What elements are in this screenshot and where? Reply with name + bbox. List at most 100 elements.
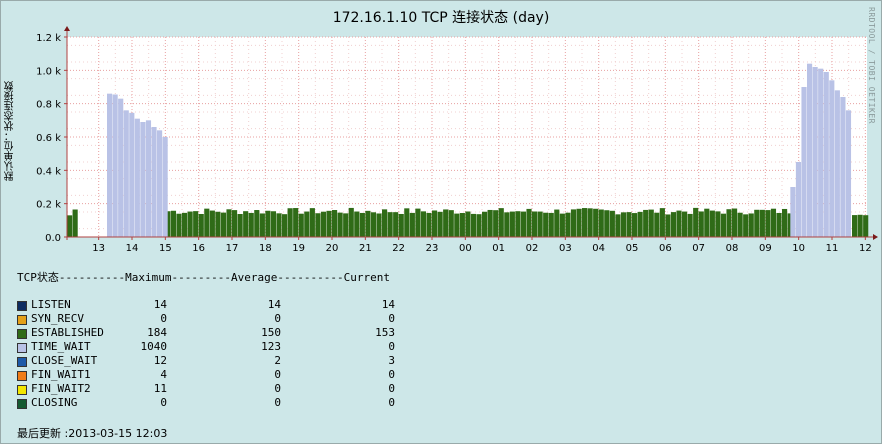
x-tick-label: 02 <box>526 243 539 254</box>
graph-panel: 172.16.1.10 TCP 连接状态 (day) RRDTOOL / TOB… <box>0 0 882 444</box>
bar-established <box>720 213 727 237</box>
legend-header: TCP状态----------Maximum---------Average--… <box>17 271 390 284</box>
legend-avg: 2 <box>274 354 281 367</box>
x-tick-label: 23 <box>426 243 439 254</box>
bar-established <box>304 211 310 237</box>
bar-established <box>232 210 238 237</box>
bar-established <box>282 214 288 237</box>
bar-established <box>609 210 615 237</box>
bar-established <box>293 208 299 237</box>
legend-max: 0 <box>160 396 167 409</box>
bar-time_wait <box>145 120 152 237</box>
bar-established <box>515 211 521 237</box>
bar-established <box>270 211 277 237</box>
bar-established <box>204 208 210 237</box>
bar-time_wait <box>123 110 129 237</box>
bar-established <box>498 208 504 237</box>
bar-established <box>632 213 638 237</box>
bar-established <box>332 210 338 237</box>
bar-established <box>748 213 754 237</box>
bar-established <box>520 211 527 237</box>
bar-established <box>465 211 471 237</box>
bar-established <box>643 209 649 237</box>
legend-swatch <box>17 371 27 381</box>
bar-established <box>248 212 254 237</box>
legend-name: ESTABLISHED <box>31 326 104 339</box>
x-tick-label: 18 <box>259 243 272 254</box>
bar-established <box>448 210 454 237</box>
bar-established <box>582 208 588 237</box>
bar-established <box>654 212 660 237</box>
bar-time_wait <box>840 97 846 237</box>
x-tick-label: 22 <box>392 243 405 254</box>
y-tick-label: 1.0 k <box>36 66 61 77</box>
bar-established <box>409 212 415 237</box>
bar-established <box>576 208 582 237</box>
bar-established <box>72 209 78 237</box>
legend-swatch <box>17 315 27 325</box>
bar-established <box>526 208 532 237</box>
x-tick-label: 08 <box>726 243 739 254</box>
x-tick-label: 06 <box>659 243 672 254</box>
bar-established <box>726 209 732 237</box>
bar-established <box>615 214 621 237</box>
bar-established <box>359 212 365 237</box>
y-tick-label: 0.8 k <box>36 100 61 111</box>
bar-established <box>709 210 715 237</box>
bar-established <box>320 211 327 237</box>
legend-max: 4 <box>160 368 167 381</box>
bar-established <box>348 207 354 237</box>
bar-established <box>382 209 388 237</box>
bar-established <box>265 210 271 237</box>
x-tick-label: 16 <box>192 243 205 254</box>
bar-established <box>509 211 515 237</box>
bar-established <box>504 212 510 237</box>
bar-established <box>182 212 188 237</box>
x-tick-label: 01 <box>492 243 505 254</box>
x-tick-label: 05 <box>626 243 639 254</box>
legend-avg: 0 <box>274 396 281 409</box>
legend-current: 14 <box>381 298 395 311</box>
bar-established <box>676 210 682 237</box>
bar-established <box>620 212 627 237</box>
bar-established <box>493 210 499 237</box>
x-tick-label: 09 <box>759 243 772 254</box>
bar-time_wait <box>107 93 113 238</box>
x-tick-label: 10 <box>792 243 805 254</box>
legend-swatch <box>17 399 27 409</box>
legend-swatch <box>17 329 27 339</box>
bar-time_wait <box>801 87 807 237</box>
bar-established <box>315 213 321 237</box>
bar-established <box>698 211 704 237</box>
legend-max: 184 <box>147 326 167 339</box>
legend-current: 0 <box>388 382 395 395</box>
bar-established <box>687 213 693 237</box>
bar-established <box>426 212 432 237</box>
x-tick-label: 19 <box>292 243 305 254</box>
bar-established <box>593 208 599 237</box>
bar-established <box>693 207 699 237</box>
bar-established <box>376 213 382 237</box>
x-axis-arrow <box>873 234 878 240</box>
bar-established <box>437 211 443 237</box>
legend-current: 0 <box>388 396 395 409</box>
bar-time_wait <box>818 68 824 238</box>
legend-avg: 0 <box>274 312 281 325</box>
bar-established <box>67 215 73 237</box>
bar-time_wait <box>157 130 163 237</box>
legend-max: 11 <box>153 382 167 395</box>
bar-established <box>420 211 427 237</box>
legend-current: 0 <box>388 368 395 381</box>
legend-swatch <box>17 343 27 353</box>
legend-avg: 0 <box>274 382 281 395</box>
bar-established <box>309 208 315 237</box>
bar-established <box>604 210 610 237</box>
legend-avg: 0 <box>274 368 281 381</box>
bar-time_wait <box>845 110 852 237</box>
x-tick-label: 20 <box>326 243 339 254</box>
bar-time_wait <box>834 90 840 237</box>
legend-swatch <box>17 357 27 367</box>
legend-max: 14 <box>153 298 167 311</box>
legend-current: 0 <box>388 312 395 325</box>
bar-time_wait <box>812 67 818 237</box>
